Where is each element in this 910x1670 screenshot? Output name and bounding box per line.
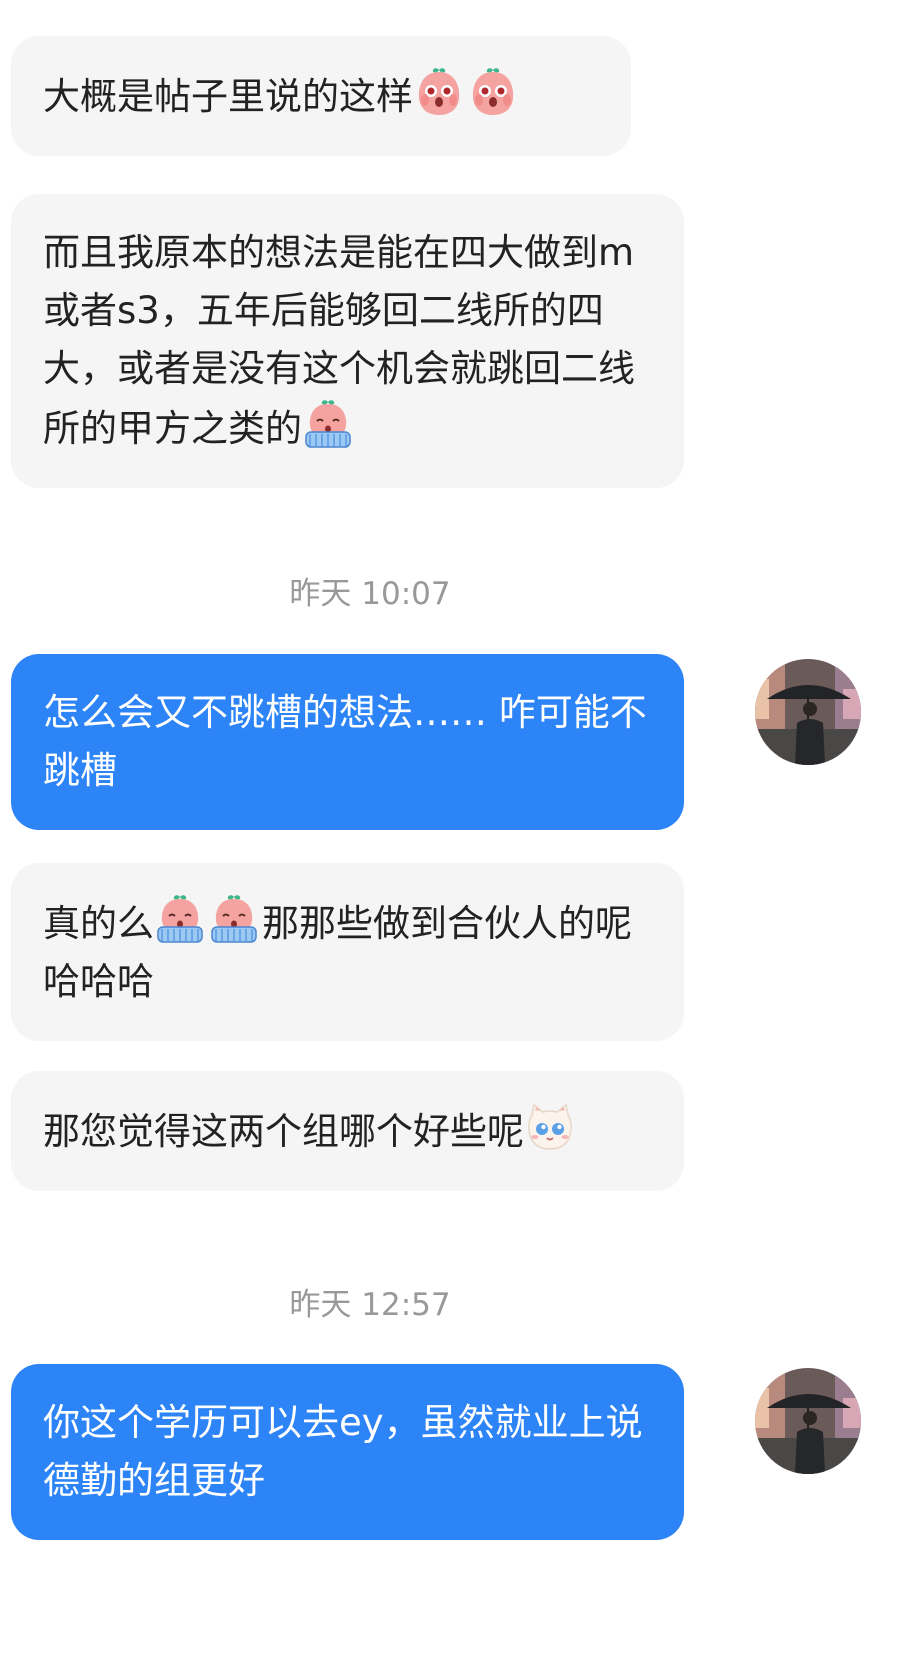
timestamp: 昨天 10:07 [289, 576, 451, 612]
message-text: 大概是帖子里说的这样 [43, 75, 413, 118]
peach-crying-emoji [208, 893, 260, 945]
message-bubble-incoming[interactable]: 大概是帖子里说的这样 [11, 36, 631, 156]
message-bubble-outgoing[interactable]: 怎么会又不跳槽的想法…… 咋可能不跳槽 [11, 654, 684, 830]
avatar[interactable] [755, 1368, 861, 1474]
message-text: 那您觉得这两个组哪个好些呢 [43, 1110, 524, 1153]
peach-crying-emoji [154, 893, 206, 945]
timestamp: 昨天 12:57 [289, 1287, 451, 1323]
message-text: 真的么 [43, 902, 154, 945]
message-bubble-outgoing[interactable]: 你这个学历可以去ey，虽然就业上说德勤的组更好 [11, 1364, 684, 1540]
message-text: 你这个学历可以去ey，虽然就业上说德勤的组更好 [43, 1401, 643, 1502]
peach-shocked-emoji [467, 66, 519, 118]
peach-crying-emoji [302, 398, 354, 450]
avatar[interactable] [755, 659, 861, 765]
message-text: 怎么会又不跳槽的想法…… 咋可能不跳槽 [43, 691, 647, 792]
message-bubble-incoming[interactable]: 而且我原本的想法是能在四大做到m或者s3，五年后能够回二线所的四大，或者是没有这… [11, 194, 684, 488]
cat-teary-emoji [524, 1101, 576, 1153]
peach-shocked-emoji [413, 66, 465, 118]
message-bubble-incoming[interactable]: 那您觉得这两个组哪个好些呢 [11, 1071, 684, 1191]
message-bubble-incoming[interactable]: 真的么 那那些做到合伙人的呢哈哈哈 [11, 863, 684, 1041]
